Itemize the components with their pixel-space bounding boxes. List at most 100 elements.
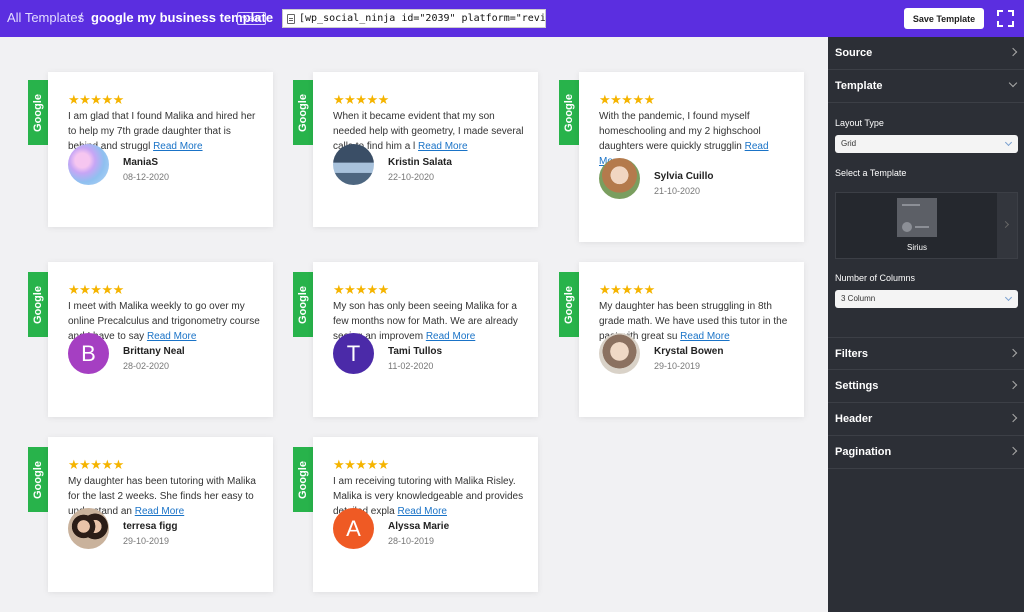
chevron-right-icon <box>1008 446 1018 456</box>
review-date: 29-10-2019 <box>123 536 170 546</box>
review-date: 08-12-2020 <box>123 172 170 182</box>
chevron-right-icon <box>1008 348 1018 358</box>
review-date: 22-10-2020 <box>388 172 435 182</box>
avatar <box>333 144 374 185</box>
star-rating: ★★★★★ <box>333 282 389 297</box>
reviewer-name: Brittany Neal <box>123 346 185 357</box>
reviewer-name: Sylvia Cuillo <box>654 171 714 182</box>
columns-value: 3 Column <box>841 294 876 303</box>
review-card: ★★★★★ I meet with Malika weekly to go ov… <box>48 262 273 417</box>
template-carousel: Sirius <box>835 192 1018 259</box>
google-badge: Google <box>559 272 579 337</box>
review-card: ★★★★★ My daughter has been tutoring with… <box>48 437 273 592</box>
avatar <box>68 508 109 549</box>
review-card: ★★★★★ I am glad that I found Malika and … <box>48 72 273 227</box>
chevron-right-icon <box>1008 47 1018 57</box>
fullscreen-icon[interactable] <box>997 10 1014 27</box>
section-source-label: Source <box>835 47 873 59</box>
read-more-link[interactable]: Read More <box>426 331 475 342</box>
read-more-link[interactable]: Read More <box>153 141 202 152</box>
section-settings-label: Settings <box>835 380 879 392</box>
reviewer-name: Kristin Salata <box>388 157 452 168</box>
columns-select[interactable]: 3 Column <box>835 290 1018 308</box>
google-badge: Google <box>559 80 579 145</box>
read-more-link[interactable]: Read More <box>135 506 184 517</box>
reviewer-name: ManiaS <box>123 157 159 168</box>
layout-type-label: Layout Type <box>835 118 884 128</box>
edit-title-button[interactable]: ✎edit <box>237 12 266 25</box>
avatar: T <box>333 333 374 374</box>
section-source[interactable]: Source <box>828 37 1024 70</box>
google-badge: Google <box>293 272 313 337</box>
star-rating: ★★★★★ <box>68 92 124 107</box>
read-more-link[interactable]: Read More <box>680 331 729 342</box>
star-rating: ★★★★★ <box>68 457 124 472</box>
google-badge: Google <box>293 447 313 512</box>
section-pagination-label: Pagination <box>835 446 892 458</box>
section-header-label: Header <box>835 413 873 425</box>
google-badge: Google <box>28 272 48 337</box>
review-card: ★★★★★ My daughter has been struggling in… <box>579 262 804 417</box>
top-bar: All Templates / google my business templ… <box>0 0 1024 37</box>
reviewer-name: Krystal Bowen <box>654 346 724 357</box>
read-more-link[interactable]: Read More <box>147 331 196 342</box>
section-filters[interactable]: Filters <box>828 337 1024 370</box>
google-badge-label: Google <box>563 285 576 324</box>
carousel-next-button[interactable] <box>997 193 1017 258</box>
google-badge: Google <box>28 80 48 145</box>
save-template-button[interactable]: Save Template <box>904 8 984 29</box>
google-badge-label: Google <box>32 93 45 132</box>
review-date: 11-02-2020 <box>388 361 434 371</box>
shortcode-text: [wp_social_ninja id="2039" platform="rev… <box>299 13 546 24</box>
edit-label: edit <box>248 14 262 23</box>
reviewer-name: terresa figg <box>123 521 178 532</box>
select-template-label: Select a Template <box>835 168 907 178</box>
section-header[interactable]: Header <box>828 403 1024 436</box>
breadcrumb-all-templates[interactable]: All Templates <box>7 10 84 25</box>
star-rating: ★★★★★ <box>333 92 389 107</box>
avatar-initial: A <box>346 515 361 541</box>
reviewer-name: Tami Tullos <box>388 346 443 357</box>
avatar <box>599 333 640 374</box>
section-filters-label: Filters <box>835 348 869 360</box>
google-badge-label: Google <box>297 285 310 324</box>
breadcrumb-separator: / <box>79 10 83 25</box>
layout-type-select[interactable]: Grid <box>835 135 1018 153</box>
avatar-initial: T <box>346 340 361 366</box>
review-card: ★★★★★ My son has only been seeing Malika… <box>313 262 538 417</box>
review-date: 21-10-2020 <box>654 186 701 196</box>
section-template[interactable]: Template <box>828 70 1024 103</box>
settings-sidebar: Source Template Layout Type Grid Select … <box>828 37 1024 612</box>
reviewer-name: Alyssa Marie <box>388 521 450 532</box>
chevron-right-icon <box>1008 413 1018 423</box>
chevron-down-icon <box>1004 293 1013 302</box>
template-name: Sirius <box>906 243 927 252</box>
section-template-label: Template <box>835 80 883 92</box>
section-settings[interactable]: Settings <box>828 370 1024 403</box>
star-rating: ★★★★★ <box>599 282 655 297</box>
layout-type-value: Grid <box>841 139 857 148</box>
google-badge-label: Google <box>563 93 576 132</box>
avatar <box>68 144 109 185</box>
review-date: 28-10-2019 <box>388 536 435 546</box>
review-card: ★★★★★ I am receiving tutoring with Malik… <box>313 437 538 592</box>
avatar-initial: B <box>81 340 96 366</box>
chevron-right-icon <box>1008 380 1018 390</box>
google-badge-label: Google <box>297 460 310 499</box>
section-pagination[interactable]: Pagination <box>828 436 1024 469</box>
read-more-link[interactable]: Read More <box>418 141 467 152</box>
chevron-down-icon <box>1008 78 1018 88</box>
avatar: A <box>333 508 374 549</box>
review-body: With the pandemic, I found myself homesc… <box>599 111 761 152</box>
google-badge-label: Google <box>297 93 310 132</box>
star-rating: ★★★★★ <box>333 457 389 472</box>
shortcode-field[interactable]: [wp_social_ninja id="2039" platform="rev… <box>282 9 546 28</box>
read-more-link[interactable]: Read More <box>398 506 447 517</box>
template-thumbnail-sirius[interactable] <box>897 198 937 237</box>
google-badge: Google <box>293 80 313 145</box>
review-date: 29-10-2019 <box>654 361 701 371</box>
google-badge-label: Google <box>32 460 45 499</box>
google-badge-label: Google <box>32 285 45 324</box>
star-rating: ★★★★★ <box>68 282 124 297</box>
review-card: ★★★★★ With the pandemic, I found myself … <box>579 72 804 242</box>
